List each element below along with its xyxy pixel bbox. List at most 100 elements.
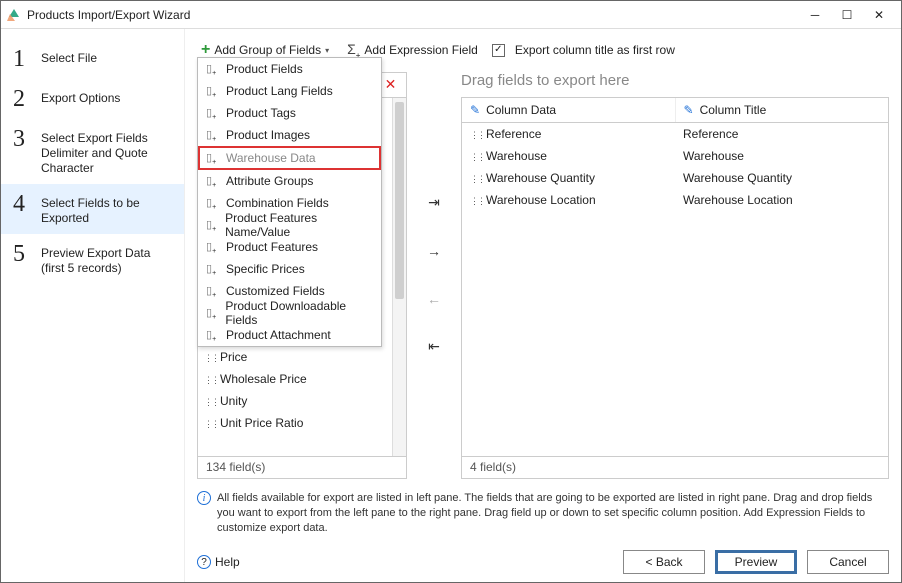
add-expr-label: Add Expression Field	[364, 43, 477, 57]
dropdown-item-label: Customized Fields	[226, 284, 325, 298]
column-title-value: Reference	[683, 127, 738, 141]
dropdown-item-label: Specific Prices	[226, 262, 305, 276]
dropdown-item-label: Product Lang Fields	[226, 84, 333, 98]
group-add-icon: ▯+	[206, 218, 217, 233]
step-label: Preview Export Data (first 5 records)	[41, 242, 172, 276]
add-button[interactable]: →	[423, 240, 445, 262]
dropdown-item-label: Product Features Name/Value	[225, 211, 373, 239]
dropdown-item-label: Product Fields	[226, 62, 303, 76]
preview-button[interactable]: Preview	[715, 550, 797, 574]
field-group-dropdown: ▯+Product Fields▯+Product Lang Fields▯+P…	[197, 57, 382, 347]
grip-icon	[470, 171, 480, 185]
column-data-value: Warehouse Quantity	[486, 171, 595, 185]
group-add-icon: ▯+	[206, 262, 218, 277]
pencil-icon: ✎	[684, 103, 694, 117]
add-group-of-fields-button[interactable]: + Add Group of Fields ▾ ▯+Product Fields…	[197, 39, 333, 61]
help-icon: ?	[197, 555, 211, 569]
dropdown-item[interactable]: ▯+ Product Fields	[198, 58, 381, 80]
dropdown-item-label: Product Tags	[226, 106, 296, 120]
info-text: All fields available for export are list…	[217, 491, 889, 536]
dropdown-item-label: Product Downloadable Fields	[225, 299, 373, 327]
info-icon: i	[197, 491, 211, 505]
wizard-step-1[interactable]: 1Select File	[1, 39, 184, 79]
grip-icon	[204, 350, 214, 364]
back-button[interactable]: < Back	[623, 550, 705, 574]
wizard-steps-sidebar: 1Select File 2 Export Options 3 Select Expor…	[1, 29, 185, 582]
left-footer: 134 field(s)	[198, 456, 406, 478]
column-title-value: Warehouse	[683, 149, 744, 163]
help-link[interactable]: ? Help	[197, 555, 240, 569]
export-field-row[interactable]: Warehouse Quantity Warehouse Quantity	[462, 167, 888, 189]
grip-icon	[204, 416, 214, 430]
step-number: 1	[13, 47, 31, 71]
dropdown-item[interactable]: ▯+ Specific Prices	[198, 258, 381, 280]
grip-icon	[470, 127, 480, 141]
group-add-icon: ▯+	[206, 84, 218, 99]
column-title-header[interactable]: ✎ Column Title	[676, 98, 889, 122]
group-add-icon: ▯+	[206, 196, 218, 211]
dropdown-item-label: Attribute Groups	[226, 174, 313, 188]
wizard-step-5[interactable]: 5 Preview Export Data (first 5 records)	[1, 234, 184, 284]
group-add-icon: ▯+	[206, 62, 218, 77]
dropdown-item[interactable]: ▯+ Product Features Name/Value	[198, 214, 381, 236]
grip-icon	[470, 193, 480, 207]
available-field-item[interactable]: Wholesale Price	[198, 368, 406, 390]
step-number: 5	[13, 242, 31, 266]
step-label: Select Export Fields Delimiter and Quote…	[41, 127, 172, 176]
available-field-item[interactable]: Unity	[198, 390, 406, 412]
window-title: Products Import/Export Wizard	[27, 8, 799, 22]
dropdown-item[interactable]: ▯+Warehouse Data	[198, 146, 381, 170]
remove-all-button[interactable]: ⇤	[423, 336, 445, 358]
column-data-header[interactable]: ✎ Column Data	[462, 98, 676, 122]
left-scrollbar[interactable]	[392, 98, 406, 457]
export-field-row[interactable]: Warehouse LocationWarehouse Location	[462, 189, 888, 211]
app-logo-icon	[7, 8, 21, 22]
step-number: 3	[13, 127, 31, 151]
group-add-icon: ▯+	[206, 106, 218, 121]
titlebar: Products Import/Export Wizard ─ ☐ ✕	[1, 1, 901, 29]
dropdown-item[interactable]: ▯+Product Features	[198, 236, 381, 258]
maximize-button[interactable]: ☐	[831, 3, 863, 27]
step-label: Export Options	[41, 87, 172, 106]
grip-icon	[204, 394, 214, 408]
first-row-label: Export column title as first row	[515, 43, 675, 57]
available-field-item[interactable]: Unit Price Ratio	[198, 412, 406, 434]
wizard-step-3[interactable]: 3 Select Export Fields Delimiter and Quot…	[1, 119, 184, 184]
first-row-checkbox[interactable]: ✓	[492, 44, 505, 57]
step-number: 2	[13, 87, 31, 111]
dropdown-item-label: Product Features	[226, 240, 318, 254]
step-number: 4	[13, 192, 31, 216]
add-all-button[interactable]: ⇥	[423, 192, 445, 214]
dropdown-item[interactable]: ▯+Product Downloadable Fields	[198, 302, 381, 324]
preview-label: Preview	[735, 555, 778, 569]
dropdown-item-label: Combination Fields	[226, 196, 329, 210]
field-label: Wholesale Price	[220, 372, 307, 386]
minimize-button[interactable]: ─	[799, 3, 831, 27]
dropdown-item-label: Product Attachment	[226, 328, 331, 342]
column-title-value: Warehouse Quantity	[683, 171, 792, 185]
group-add-icon: ▯+	[206, 151, 218, 166]
dropdown-item[interactable]: ▯+ Product Tags	[198, 102, 381, 124]
wizard-step-4[interactable]: 4 Select Fields to be Exported	[1, 184, 184, 234]
cancel-button[interactable]: Cancel	[807, 550, 889, 574]
field-label: Price	[220, 350, 247, 364]
close-button[interactable]: ✕	[863, 3, 895, 27]
help-label: Help	[215, 555, 240, 569]
caret-down-icon: ▾	[325, 46, 329, 55]
wizard-step-2[interactable]: 2 Export Options	[1, 79, 184, 119]
export-field-row[interactable]: WarehouseWarehouse	[462, 145, 888, 167]
dropdown-item[interactable]: ▯+Product Images	[198, 124, 381, 146]
field-label: Unity	[220, 394, 247, 408]
remove-button[interactable]: ←	[423, 288, 445, 310]
available-field-item[interactable]: Price	[198, 346, 406, 368]
cancel-label: Cancel	[829, 555, 866, 569]
step-label: Select Fields to be Exported	[41, 192, 172, 226]
dropdown-item[interactable]: ▯+Attribute Groups	[198, 170, 381, 192]
drag-placeholder-title: Drag fields to export here	[461, 72, 889, 89]
dropdown-item[interactable]: ▯+Product Attachment	[198, 324, 381, 346]
dropdown-item[interactable]: ▯+ Product Lang Fields	[198, 80, 381, 102]
group-add-icon: ▯+	[206, 284, 218, 299]
col-data-label: Column Data	[486, 103, 556, 117]
grip-icon	[204, 372, 214, 386]
export-field-row[interactable]: ReferenceReference	[462, 123, 888, 145]
